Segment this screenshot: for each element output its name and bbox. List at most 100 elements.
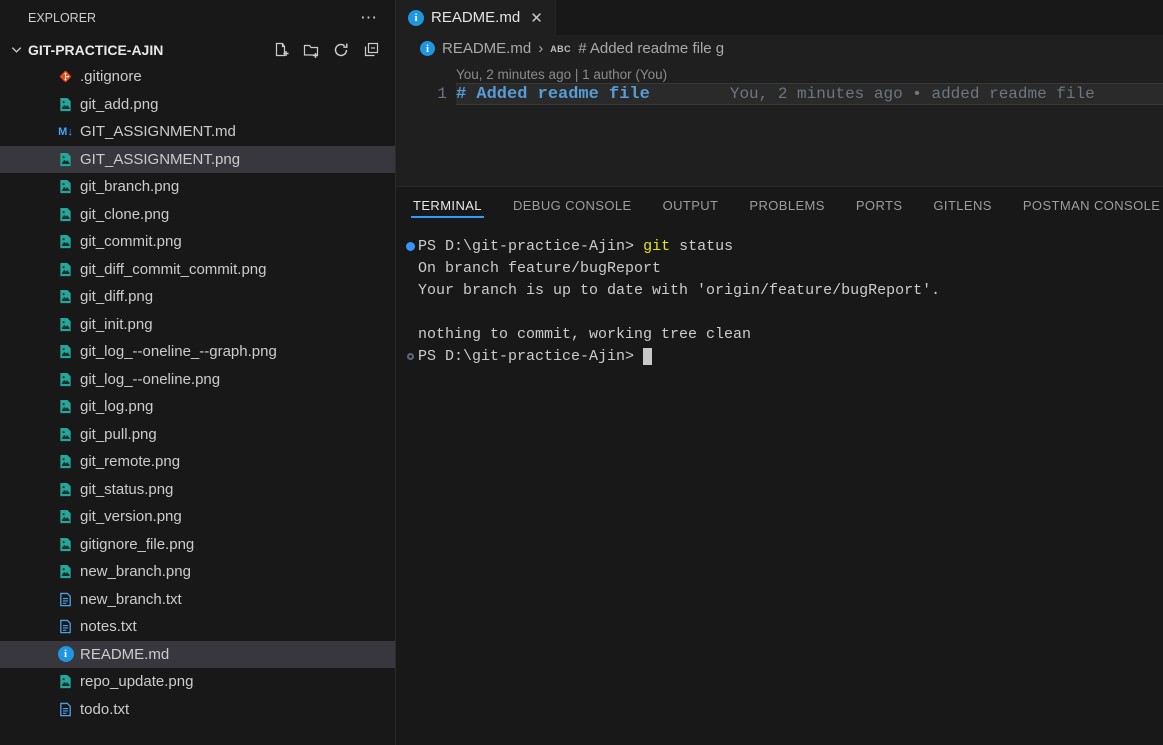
image-file-icon <box>57 563 74 580</box>
list-item[interactable]: git_commit.png <box>0 228 395 256</box>
editor-empty-space[interactable] <box>396 105 1163 186</box>
tab-gitlens[interactable]: GITLENS <box>933 187 991 224</box>
terminal-prompt: PS D:\git-practice-Ajin> <box>418 238 634 255</box>
file-name: gitignore_file.png <box>80 536 194 553</box>
terminal-output-text: nothing to commit, working tree clean <box>418 326 751 343</box>
tab-readme[interactable]: i README.md ✕ <box>396 0 556 35</box>
tab-debug-console[interactable]: DEBUG CONSOLE <box>513 187 632 224</box>
new-file-icon[interactable] <box>273 42 289 58</box>
abc-symbol-icon: ABC <box>550 44 571 54</box>
file-name: git_branch.png <box>80 178 179 195</box>
terminal-output-line: On branch feature/bugReport <box>402 257 1163 279</box>
list-item[interactable]: git_status.png <box>0 476 395 504</box>
list-item[interactable]: new_branch.png <box>0 558 395 586</box>
file-name: notes.txt <box>80 618 137 635</box>
list-item[interactable]: iREADME.md <box>0 641 395 669</box>
list-item[interactable]: gitignore_file.png <box>0 531 395 559</box>
list-item[interactable]: git_init.png <box>0 311 395 339</box>
image-file-icon <box>57 343 74 360</box>
editor-line-1[interactable]: 1 # Added readme file You, 2 minutes ago… <box>396 83 1163 105</box>
image-file-icon <box>57 536 74 553</box>
terminal-command-arg: status <box>679 238 733 255</box>
markdown-file-icon: M↓ <box>57 123 74 140</box>
list-item[interactable]: .gitignore <box>0 63 395 91</box>
file-name: .gitignore <box>80 68 142 85</box>
folder-header[interactable]: GIT-PRACTICE-AJIN <box>0 36 395 63</box>
file-name: new_branch.png <box>80 563 191 580</box>
tab-problems[interactable]: PROBLEMS <box>749 187 824 224</box>
git-file-icon <box>57 68 74 85</box>
text-file-icon <box>57 701 74 718</box>
list-item[interactable]: git_add.png <box>0 91 395 119</box>
file-name: git_log_--oneline.png <box>80 371 220 388</box>
chevron-right-icon: › <box>538 40 543 57</box>
image-file-icon <box>57 96 74 113</box>
image-file-icon <box>57 233 74 250</box>
file-name: git_diff_commit_commit.png <box>80 261 266 278</box>
file-name: GIT_ASSIGNMENT.png <box>80 151 240 168</box>
list-item[interactable]: todo.txt <box>0 696 395 724</box>
info-icon: i <box>408 10 424 26</box>
image-file-icon <box>57 151 74 168</box>
markdown-heading-text: # Added readme file <box>456 85 650 104</box>
file-name: git_status.png <box>80 481 173 498</box>
refresh-icon[interactable] <box>333 42 349 58</box>
file-name: todo.txt <box>80 701 129 718</box>
chevron-down-icon <box>8 42 24 58</box>
list-item[interactable]: git_log.png <box>0 393 395 421</box>
new-folder-icon[interactable] <box>303 42 319 58</box>
list-item[interactable]: git_log_--oneline_--graph.png <box>0 338 395 366</box>
info-icon: i <box>420 41 435 56</box>
list-item[interactable]: git_branch.png <box>0 173 395 201</box>
panel-tabbar: TERMINAL DEBUG CONSOLE OUTPUT PROBLEMS P… <box>396 187 1163 224</box>
list-item[interactable]: repo_update.png <box>0 668 395 696</box>
terminal-cursor <box>643 348 652 365</box>
file-name: git_pull.png <box>80 426 157 443</box>
editor-tabbar: i README.md ✕ <box>396 0 1163 35</box>
tab-ports[interactable]: PORTS <box>856 187 903 224</box>
terminal-command: git <box>643 238 670 255</box>
image-file-icon <box>57 453 74 470</box>
explorer-sidebar: EXPLORER ⋯ GIT-PRACTICE-AJIN <box>0 0 396 745</box>
list-item[interactable]: git_diff.png <box>0 283 395 311</box>
list-item[interactable]: git_remote.png <box>0 448 395 476</box>
gitlens-codelens[interactable]: You, 2 minutes ago | 1 author (You) <box>396 62 1163 83</box>
image-file-icon <box>57 206 74 223</box>
list-item[interactable]: git_clone.png <box>0 201 395 229</box>
terminal-output-text: Your branch is up to date with 'origin/f… <box>418 282 940 299</box>
terminal-prompt-line[interactable]: PS D:\git-practice-Ajin> <box>402 345 1163 367</box>
file-list: .gitignore git_add.png M↓GIT_ASSIGNMENT.… <box>0 63 395 745</box>
line-number: 1 <box>396 83 447 105</box>
folder-name: GIT-PRACTICE-AJIN <box>28 42 163 58</box>
list-item[interactable]: git_pull.png <box>0 421 395 449</box>
list-item[interactable]: notes.txt <box>0 613 395 641</box>
list-item[interactable]: git_log_--oneline.png <box>0 366 395 394</box>
collapse-all-icon[interactable] <box>363 42 379 58</box>
list-item[interactable]: new_branch.txt <box>0 586 395 614</box>
tab-terminal[interactable]: TERMINAL <box>413 187 482 224</box>
file-name: README.md <box>80 646 169 663</box>
close-icon[interactable]: ✕ <box>530 9 543 27</box>
tab-postman-console[interactable]: POSTMAN CONSOLE <box>1023 187 1160 224</box>
file-name: git_commit.png <box>80 233 182 250</box>
image-file-icon <box>57 481 74 498</box>
list-item[interactable]: GIT_ASSIGNMENT.png <box>0 146 395 174</box>
ellipsis-icon[interactable]: ⋯ <box>360 13 379 23</box>
list-item[interactable]: git_version.png <box>0 503 395 531</box>
breadcrumb-symbol[interactable]: # Added readme file g <box>578 40 724 57</box>
image-file-icon <box>57 178 74 195</box>
breadcrumb[interactable]: i README.md › ABC # Added readme file g <box>396 35 1163 62</box>
terminal[interactable]: PS D:\git-practice-Ajin> git status On b… <box>396 224 1163 745</box>
file-name: git_log.png <box>80 398 153 415</box>
list-item[interactable]: M↓GIT_ASSIGNMENT.md <box>0 118 395 146</box>
current-line-highlight: # Added readme file You, 2 minutes ago •… <box>456 83 1163 105</box>
explorer-header: EXPLORER ⋯ <box>0 0 395 36</box>
file-name: git_clone.png <box>80 206 169 223</box>
breadcrumb-file[interactable]: README.md <box>442 40 531 57</box>
terminal-command-line: PS D:\git-practice-Ajin> git status <box>402 235 1163 257</box>
explorer-title: EXPLORER <box>28 11 96 25</box>
tab-output[interactable]: OUTPUT <box>663 187 719 224</box>
command-success-decoration-icon[interactable] <box>402 242 418 251</box>
list-item[interactable]: git_diff_commit_commit.png <box>0 256 395 284</box>
bottom-panel: TERMINAL DEBUG CONSOLE OUTPUT PROBLEMS P… <box>396 186 1163 745</box>
